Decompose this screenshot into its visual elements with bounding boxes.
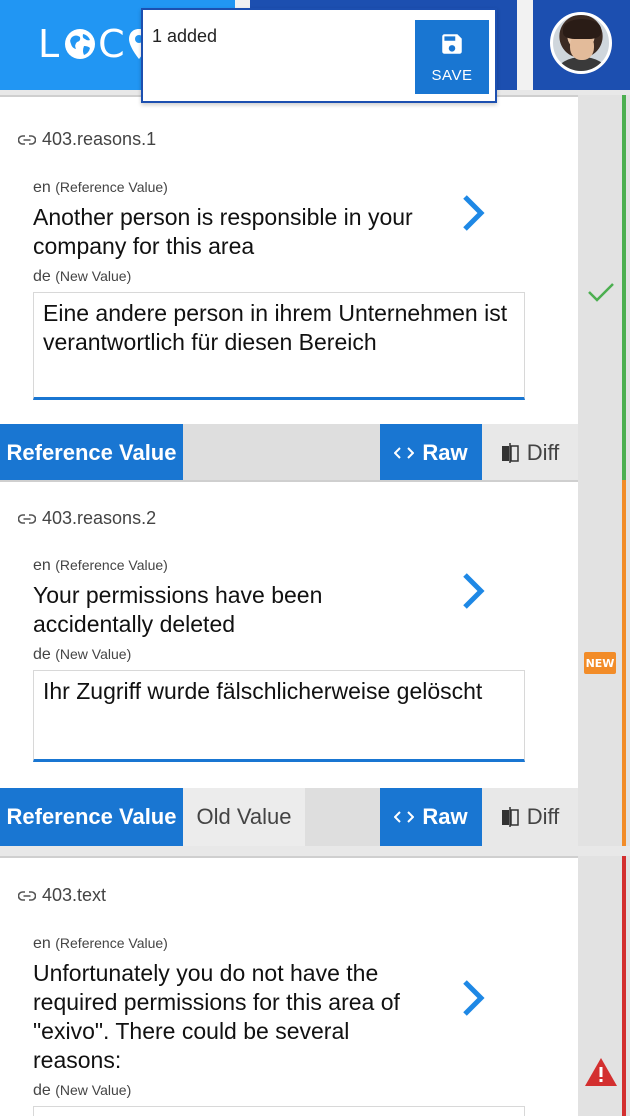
tab-reference-value[interactable]: Reference Value [0, 424, 183, 482]
entry-key-label: 403.text [42, 885, 107, 905]
diff-button[interactable]: Diff [482, 424, 578, 482]
status-bar-ok [622, 95, 626, 480]
toolbar-gap [183, 424, 380, 482]
checkmark-icon [588, 283, 614, 302]
new-lang-code: de [33, 268, 51, 285]
reference-lang: en (Reference Value) [33, 179, 168, 197]
ref-lang-code: en [33, 557, 51, 574]
translation-card: 403.text en (Reference Value) Unfortunat… [0, 856, 578, 1116]
new-lang: de (New Value) [33, 268, 131, 286]
status-bar-error [622, 856, 626, 1116]
logo-letter-c: C [98, 22, 128, 66]
new-badge: NEW [584, 652, 616, 674]
ref-lang-code: en [33, 179, 51, 196]
link-icon [18, 513, 36, 524]
code-icon [394, 447, 415, 459]
floppy-disk-icon [442, 33, 462, 54]
raw-label: Raw [422, 804, 468, 829]
entry-key-label: 403.reasons.1 [42, 129, 157, 149]
link-icon [18, 890, 36, 901]
ref-lang-tag: (Reference Value) [55, 557, 168, 573]
new-lang-code: de [33, 1082, 51, 1099]
entry-key[interactable]: 403.reasons.1 [18, 129, 156, 150]
app-root: L C 1 added SAVE 403.reasons.1 en (Refer… [0, 0, 630, 1116]
reference-value-text: Another person is responsible in your co… [33, 204, 413, 259]
reference-lang: en (Reference Value) [33, 935, 168, 953]
code-icon [394, 811, 415, 823]
translation-card: 403.reasons.2 en (Reference Value) Your … [0, 480, 578, 846]
new-lang-tag: (New Value) [55, 1082, 132, 1098]
ref-lang-tag: (Reference Value) [55, 179, 168, 195]
chevron-right-icon[interactable] [458, 193, 488, 233]
entry-key-label: 403.reasons.2 [42, 508, 157, 528]
save-popup: 1 added SAVE [141, 8, 497, 103]
compare-icon [501, 807, 519, 827]
toolbar-gap [305, 788, 380, 846]
ref-lang-code: en [33, 935, 51, 952]
app-logo: L C [38, 22, 150, 66]
save-label: SAVE [431, 66, 473, 84]
changes-count: 1 added [152, 26, 218, 46]
tab-old-value[interactable]: Old Value [183, 788, 305, 846]
ref-lang-tag: (Reference Value) [55, 935, 168, 951]
entry-key[interactable]: 403.text [18, 885, 106, 906]
tab-reference-value[interactable]: Reference Value [0, 788, 183, 846]
compare-icon [501, 443, 519, 463]
status-bar-new [622, 480, 626, 846]
reference-value-text: Your permissions have been accidentally … [33, 582, 323, 637]
entry-key[interactable]: 403.reasons.2 [18, 508, 156, 529]
new-lang-code: de [33, 646, 51, 663]
status-column [578, 856, 630, 1116]
new-value-input[interactable] [33, 1106, 525, 1116]
reference-value-text: Unfortunately you do not have the requir… [33, 960, 400, 1073]
user-avatar[interactable] [550, 12, 612, 74]
diff-label: Diff [526, 804, 560, 829]
card-toolbar: Reference Value Old Value Raw Diff [0, 788, 578, 846]
status-column [578, 95, 630, 480]
new-value-input[interactable]: Eine andere person in ihrem Unternehmen … [33, 292, 525, 400]
save-button[interactable]: SAVE [415, 20, 489, 94]
diff-button[interactable]: Diff [482, 788, 578, 846]
new-lang-tag: (New Value) [55, 268, 132, 284]
logo-text: L [38, 22, 63, 66]
warning-icon [585, 1058, 617, 1086]
raw-label: Raw [422, 440, 468, 465]
new-value-input[interactable]: Ihr Zugriff wurde fälschlicherweise gelö… [33, 670, 525, 762]
appbar-divider-right [517, 0, 533, 90]
raw-button[interactable]: Raw [380, 788, 482, 846]
link-icon [18, 134, 36, 145]
card-toolbar: Reference Value Raw Diff [0, 424, 578, 482]
avatar-hair [563, 19, 601, 39]
new-lang: de (New Value) [33, 646, 131, 664]
new-lang-tag: (New Value) [55, 646, 132, 662]
chevron-right-icon[interactable] [458, 571, 488, 611]
translation-card: 403.reasons.1 en (Reference Value) Anoth… [0, 95, 578, 482]
reference-lang: en (Reference Value) [33, 557, 168, 575]
chevron-right-icon[interactable] [458, 978, 488, 1018]
raw-button[interactable]: Raw [380, 424, 482, 482]
new-lang: de (New Value) [33, 1082, 131, 1100]
globe-icon [65, 29, 96, 59]
diff-label: Diff [526, 440, 560, 465]
